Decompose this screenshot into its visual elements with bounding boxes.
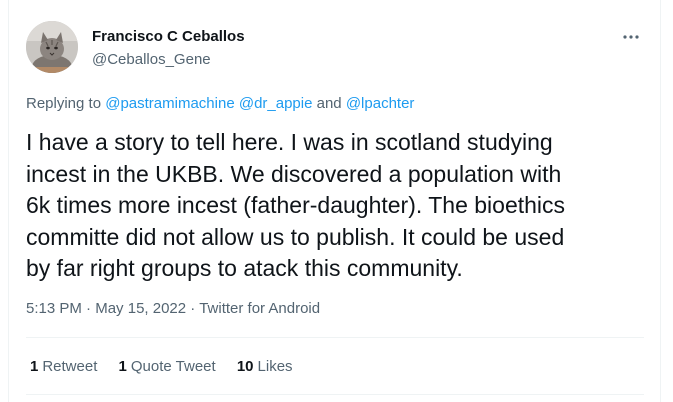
- tweet-text-line: by far right groups to atack this commun…: [26, 255, 463, 281]
- quote-tweets-stat[interactable]: 1 Quote Tweet: [119, 358, 216, 375]
- author-handle[interactable]: @Ceballos_Gene: [92, 51, 211, 68]
- likes-count: 10: [236, 358, 254, 375]
- left-border: [8, 0, 9, 402]
- cat-avatar-icon: [26, 21, 78, 73]
- replying-to-prefix: Replying to: [26, 95, 102, 112]
- tweet-date-link[interactable]: May 15, 2022: [95, 300, 186, 317]
- tweet-text-line: committe did not allow us to publish. It…: [26, 223, 565, 250]
- mention-link-dr-appie[interactable]: @dr_appie: [239, 95, 313, 112]
- quote-tweets-count: 1: [118, 358, 127, 375]
- likes-stat[interactable]: 10 Likes: [237, 358, 293, 375]
- tweet-stats: 1 Retweet 1 Quote Tweet 10 Likes: [30, 358, 310, 375]
- replying-to-conjunction: and: [316, 95, 342, 112]
- replying-to-line: Replying to @pastramimachine @dr_appie a…: [26, 95, 414, 112]
- tweet-metadata: 5:13 PM · May 15, 2022 · Twitter for And…: [26, 300, 320, 317]
- tweet-page: Francisco C Ceballos @Ceballos_Gene Repl…: [0, 0, 673, 402]
- retweets-label: Retweet: [42, 358, 98, 375]
- tweet-text-line: 6k times more incest (father-daughter). …: [26, 192, 566, 218]
- tweet-text-line: I have a story to tell here. I was in sc…: [26, 129, 553, 155]
- tweet-text: I have a story to tell here. I was in sc…: [26, 127, 656, 285]
- tweet-time-link[interactable]: 5:13 PM: [26, 300, 82, 317]
- divider: [26, 337, 644, 338]
- right-border: [660, 0, 661, 402]
- tweet-text-line: incest in the UKBB. We discovered a popu…: [26, 160, 562, 187]
- author-display-name[interactable]: Francisco C Ceballos: [92, 28, 245, 45]
- more-options-icon[interactable]: [619, 27, 643, 47]
- likes-label: Likes: [257, 358, 293, 375]
- mention-link-pastramimachine[interactable]: @pastramimachine: [105, 95, 234, 112]
- retweets-stat[interactable]: 1 Retweet: [30, 358, 97, 375]
- divider: [26, 394, 644, 395]
- retweets-count: 1: [30, 358, 39, 375]
- quote-tweets-label: Quote Tweet: [130, 358, 216, 375]
- avatar[interactable]: [26, 21, 78, 73]
- meta-separator: ·: [86, 300, 92, 317]
- meta-separator: ·: [190, 300, 196, 317]
- tweet-source-link[interactable]: Twitter for Android: [199, 300, 320, 317]
- mention-link-lpachter[interactable]: @lpachter: [346, 95, 415, 112]
